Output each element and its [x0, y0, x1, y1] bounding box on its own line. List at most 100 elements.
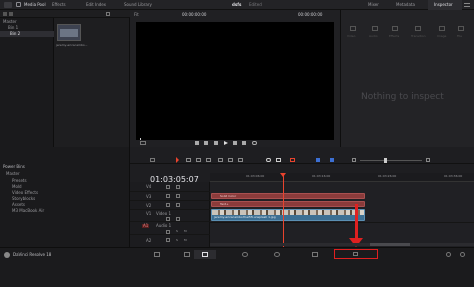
viewer-panel: Fit 00:00:00:00 00:00:00:00 — [130, 10, 340, 147]
auto-select-icon[interactable] — [176, 194, 180, 198]
tab-metadata[interactable]: Metadata — [390, 0, 422, 10]
selection-tool-icon[interactable] — [176, 157, 179, 163]
video-clip[interactable]: jeremy-ericscambo?hei5fl-unsplash 1.jpg — [211, 209, 365, 221]
menu-icon[interactable] — [464, 3, 470, 7]
mute-button[interactable]: M — [184, 230, 187, 233]
lock-icon[interactable] — [166, 238, 170, 242]
track-header-a2[interactable]: A2 S M — [130, 235, 210, 247]
playhead[interactable] — [283, 173, 284, 247]
blade-tool-icon[interactable] — [206, 158, 211, 162]
deliver-page-button[interactable] — [334, 249, 378, 259]
media-page-button[interactable] — [148, 250, 166, 259]
auto-select-icon[interactable] — [176, 185, 180, 189]
cut-page-icon — [184, 252, 190, 257]
annotation-arrow-shaft — [355, 204, 358, 240]
tab-mixer[interactable]: Mixer — [362, 0, 386, 10]
media-clip-thumbnail[interactable] — [57, 24, 81, 41]
dynamic-trim-icon[interactable] — [196, 158, 201, 162]
lock-icon[interactable] — [166, 203, 170, 207]
mute-button[interactable]: M — [184, 239, 187, 242]
loop-icon[interactable] — [252, 141, 257, 145]
page-navigation-bar: DaVinci Resolve 18 — [0, 247, 474, 287]
bin-list-panel: Master Bin 1 Bin 2 — [0, 10, 54, 147]
power-bin-item[interactable]: M3 MacBook Air — [12, 209, 44, 213]
overwrite-clip-icon[interactable] — [228, 158, 233, 162]
lock-icon[interactable] — [166, 217, 170, 221]
ruler-label: 01:03:26:00 — [378, 174, 397, 178]
home-icon[interactable] — [446, 252, 451, 257]
tab-effects[interactable]: Effects — [50, 0, 82, 10]
insert-clip-icon[interactable] — [218, 158, 223, 162]
snapping-icon[interactable] — [266, 158, 271, 162]
color-page-button[interactable] — [268, 250, 286, 259]
inspector-empty-message: Nothing to inspect — [361, 92, 444, 102]
playhead-handle[interactable] — [280, 173, 286, 177]
lock-icon[interactable] — [166, 185, 170, 189]
timeline-scrollbar[interactable] — [210, 243, 474, 246]
bin-item[interactable]: Bin 1 — [8, 26, 18, 30]
stop-icon[interactable] — [214, 141, 218, 145]
image-tab-icon — [439, 26, 445, 31]
power-bin-item[interactable]: Assets — [12, 203, 25, 207]
track-header-v2[interactable]: V2 — [130, 201, 210, 210]
step-back-icon[interactable] — [204, 141, 208, 145]
tab-inspector[interactable]: Inspector — [428, 0, 462, 10]
power-bin-item[interactable]: Presets — [12, 179, 27, 183]
tab-edit-index[interactable]: Edit Index — [84, 0, 120, 10]
timeline-view-icon[interactable] — [150, 158, 155, 162]
bin-item-selected[interactable]: Bin 2 — [0, 31, 54, 37]
tab-sound-library[interactable]: Sound Library — [122, 0, 166, 10]
track-header-a1[interactable]: A1 Audio 1 S M — [130, 222, 210, 235]
fusion-page-button[interactable] — [236, 250, 254, 259]
tab-media-pool[interactable]: Media Pool — [14, 0, 48, 10]
jump-end-icon[interactable] — [242, 141, 246, 145]
media-pool-icon — [16, 2, 21, 7]
ruler-label: 01:03:36:00 — [444, 174, 463, 178]
trim-tool-icon[interactable] — [186, 158, 191, 162]
audio-track-lane[interactable] — [210, 222, 474, 235]
track-header-v4[interactable]: V4 — [130, 182, 210, 192]
viewer-canvas[interactable] — [136, 22, 334, 141]
track-header-v3[interactable]: V3 — [130, 192, 210, 201]
replace-clip-icon[interactable] — [238, 158, 243, 162]
zoom-fit-label[interactable]: Fit — [134, 13, 139, 17]
step-forward-icon[interactable] — [233, 141, 237, 145]
position-lock-icon[interactable] — [290, 158, 295, 162]
marker-icon[interactable] — [330, 158, 334, 162]
auto-select-icon[interactable] — [176, 217, 180, 221]
fairlight-page-button[interactable] — [306, 250, 324, 259]
list-view-icon[interactable] — [3, 12, 7, 16]
zoom-slider-handle[interactable] — [384, 158, 387, 163]
lock-icon[interactable] — [166, 194, 170, 198]
flag-icon[interactable] — [316, 158, 320, 162]
play-icon[interactable] — [224, 141, 228, 145]
linked-selection-icon[interactable] — [276, 158, 281, 162]
solo-button[interactable]: S — [176, 230, 178, 233]
solid-color-clip[interactable]: Solid Color — [211, 193, 365, 199]
search-icon[interactable] — [106, 12, 110, 16]
settings-icon[interactable] — [460, 252, 465, 257]
panel-toggle-button[interactable] — [4, 2, 12, 8]
power-bin-item[interactable]: Master — [6, 172, 20, 176]
power-bin-item[interactable]: Storyblocks — [12, 197, 35, 201]
effects-tab-icon — [392, 26, 398, 31]
timeline-scrollbar-thumb[interactable] — [370, 243, 410, 246]
grid-view-icon[interactable] — [9, 12, 13, 16]
zoom-slider[interactable] — [360, 158, 422, 163]
lock-icon[interactable] — [166, 230, 170, 234]
edit-page-button[interactable] — [194, 250, 216, 259]
zoom-in-icon[interactable] — [426, 158, 430, 162]
track-area[interactable]: Solid Color Text+ jeremy-ericscambo?hei5… — [210, 173, 474, 247]
text-clip[interactable]: Text+ — [211, 201, 365, 207]
zoom-out-icon[interactable] — [352, 158, 356, 162]
power-bin-item[interactable]: Video Effects — [12, 191, 38, 195]
file-tab-icon — [458, 26, 464, 31]
track-header-v1[interactable]: V1 Video 1 — [130, 210, 210, 222]
auto-select-icon[interactable] — [176, 203, 180, 207]
viewer-mode-icon[interactable] — [140, 141, 146, 145]
power-bin-item[interactable]: Mold — [12, 185, 22, 189]
timeline-ruler[interactable]: 01:03:06:00 01:03:16:00 01:03:26:00 01:0… — [210, 173, 474, 182]
solo-button[interactable]: S — [176, 239, 178, 242]
jump-start-icon[interactable] — [195, 141, 199, 145]
bin-master[interactable]: Master — [3, 20, 17, 24]
